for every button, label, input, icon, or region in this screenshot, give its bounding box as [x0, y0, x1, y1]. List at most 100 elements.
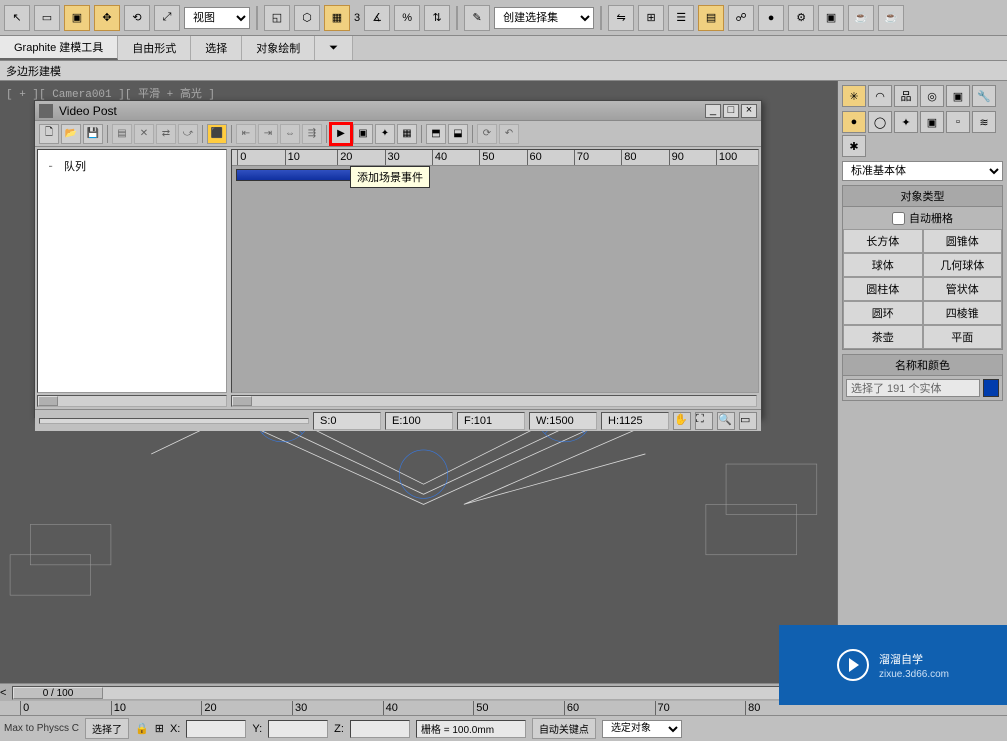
auto-key-button[interactable]: 自动关键点	[532, 718, 596, 739]
open-seq-icon[interactable]: 📂	[61, 124, 81, 144]
render-setup-icon[interactable]: ⚙	[788, 5, 814, 31]
align-right-icon[interactable]: ⇥	[258, 124, 278, 144]
zoom-time-icon[interactable]: 🔍	[717, 412, 735, 430]
render-icon[interactable]: ☕	[848, 5, 874, 31]
prim-cone[interactable]: 圆锥体	[923, 229, 1003, 253]
swap-event-icon[interactable]: ⇄	[156, 124, 176, 144]
sub-ribbon-label[interactable]: 多边形建模	[6, 66, 61, 78]
prim-cylinder[interactable]: 圆柱体	[843, 277, 923, 301]
add-image-input-icon[interactable]: ▣	[353, 124, 373, 144]
zoom-extents-icon[interactable]: ⛶	[695, 412, 713, 430]
cursor-icon[interactable]: ↖	[4, 5, 30, 31]
prim-sphere[interactable]: 球体	[843, 253, 923, 277]
move-icon[interactable]: ✥	[94, 5, 120, 31]
video-post-titlebar[interactable]: Video Post _ □ ×	[35, 101, 761, 121]
select-rect-icon[interactable]: ▭	[34, 5, 60, 31]
utilities-tab-icon[interactable]: 🔧	[972, 85, 996, 107]
select-object-icon[interactable]: ▣	[64, 5, 90, 31]
edit-event-icon[interactable]: ▤	[112, 124, 132, 144]
event-tree[interactable]: 队列	[37, 149, 227, 393]
same-size-icon[interactable]: ⇔	[280, 124, 300, 144]
zoom-region-icon[interactable]: ▭	[739, 412, 757, 430]
modify-tab-icon[interactable]: ◠	[868, 85, 892, 107]
edit-named-sel-icon[interactable]: ✎	[464, 5, 490, 31]
snap-icon[interactable]: ⬡	[294, 5, 320, 31]
layer-icon[interactable]: ☰	[668, 5, 694, 31]
add-external-icon[interactable]: ⬓	[448, 124, 468, 144]
percent-snap-icon[interactable]: %	[394, 5, 420, 31]
key-target-select[interactable]: 选定对象	[602, 720, 682, 738]
pan-icon[interactable]: ✋	[673, 412, 691, 430]
ribbon-bar: Graphite 建模工具 自由形式 选择 对象绘制 ⏷	[0, 36, 1007, 61]
snap-toggle-icon[interactable]: ▦	[324, 5, 350, 31]
undo-icon[interactable]: ↶	[499, 124, 519, 144]
tab-object-paint[interactable]: 对象绘制	[242, 36, 315, 60]
z-input[interactable]	[350, 720, 410, 738]
display-tab-icon[interactable]: ▣	[946, 85, 970, 107]
add-image-filter-icon[interactable]: ✦	[375, 124, 395, 144]
tab-expand[interactable]: ⏷	[315, 36, 353, 60]
new-seq-icon[interactable]: 🗋	[39, 124, 59, 144]
execute-seq-icon[interactable]: ⤻	[178, 124, 198, 144]
category-select[interactable]: 标准基本体	[842, 161, 1003, 181]
object-color-swatch[interactable]	[983, 379, 999, 397]
auto-grid-row[interactable]: 自动栅格	[843, 207, 1002, 229]
tab-freeform[interactable]: 自由形式	[118, 36, 191, 60]
align-icon[interactable]: ⊞	[638, 5, 664, 31]
minimize-button[interactable]: _	[705, 104, 721, 118]
render-last-icon[interactable]: ☕	[878, 5, 904, 31]
abut-icon[interactable]: ⇶	[302, 124, 322, 144]
select-lock-button[interactable]: 选择了	[85, 718, 129, 739]
delete-event-icon[interactable]: ✕	[134, 124, 154, 144]
helpers-icon[interactable]: ▫	[946, 111, 970, 133]
prim-teapot[interactable]: 茶壶	[843, 325, 923, 349]
prim-pyramid[interactable]: 四棱锥	[923, 301, 1003, 325]
time-thumb[interactable]: 0 / 100	[13, 687, 103, 699]
auto-grid-checkbox[interactable]	[892, 212, 905, 225]
cameras-icon[interactable]: ▣	[920, 111, 944, 133]
tab-graphite[interactable]: Graphite 建模工具	[0, 36, 118, 60]
x-input[interactable]	[186, 720, 246, 738]
object-name-input[interactable]	[846, 379, 980, 397]
add-scene-event-icon[interactable]: ▶	[331, 124, 351, 144]
spinner-snap-icon[interactable]: ⇅	[424, 5, 450, 31]
event-timeline[interactable]: 0 10 20 30 40 50 60 70 80 90 100	[231, 149, 759, 393]
prim-geosphere[interactable]: 几何球体	[923, 253, 1003, 277]
add-image-output-icon[interactable]: ⬒	[426, 124, 446, 144]
tree-root-item[interactable]: 队列	[44, 156, 220, 176]
selection-set-select[interactable]: 创建选择集	[494, 7, 594, 29]
prim-torus[interactable]: 圆环	[843, 301, 923, 325]
scale-icon[interactable]: ⤢	[154, 5, 180, 31]
tree-hscroll[interactable]	[37, 395, 227, 407]
curve-editor-icon[interactable]: ▤	[698, 5, 724, 31]
prim-box[interactable]: 长方体	[843, 229, 923, 253]
maximize-button[interactable]: □	[723, 104, 739, 118]
prim-tube[interactable]: 管状体	[923, 277, 1003, 301]
add-loop-icon[interactable]: ⟳	[477, 124, 497, 144]
tab-select[interactable]: 选择	[191, 36, 242, 60]
angle-snap-icon[interactable]: ∡	[364, 5, 390, 31]
save-seq-icon[interactable]: 💾	[83, 124, 103, 144]
transform-tool-icon[interactable]: ◱	[264, 5, 290, 31]
spacewarps-icon[interactable]: ≋	[972, 111, 996, 133]
lights-icon[interactable]: ✦	[894, 111, 918, 133]
material-icon[interactable]: ●	[758, 5, 784, 31]
hierarchy-tab-icon[interactable]: 品	[894, 85, 918, 107]
reference-select[interactable]: 视图	[184, 7, 250, 29]
render-frame-icon[interactable]: ▣	[818, 5, 844, 31]
align-left-icon[interactable]: ⇤	[236, 124, 256, 144]
edit-range-icon[interactable]: ⬛	[207, 124, 227, 144]
create-tab-icon[interactable]: ✳	[842, 85, 866, 107]
mirror-icon[interactable]: ⇋	[608, 5, 634, 31]
shapes-icon[interactable]: ◯	[868, 111, 892, 133]
schematic-icon[interactable]: ☍	[728, 5, 754, 31]
timeline-hscroll[interactable]	[231, 395, 757, 407]
y-input[interactable]	[268, 720, 328, 738]
rotate-icon[interactable]: ⟲	[124, 5, 150, 31]
close-button[interactable]: ×	[741, 104, 757, 118]
geometry-icon[interactable]: ●	[842, 111, 866, 133]
motion-tab-icon[interactable]: ◎	[920, 85, 944, 107]
add-image-layer-icon[interactable]: ▦	[397, 124, 417, 144]
systems-icon[interactable]: ✱	[842, 135, 866, 157]
prim-plane[interactable]: 平面	[923, 325, 1003, 349]
